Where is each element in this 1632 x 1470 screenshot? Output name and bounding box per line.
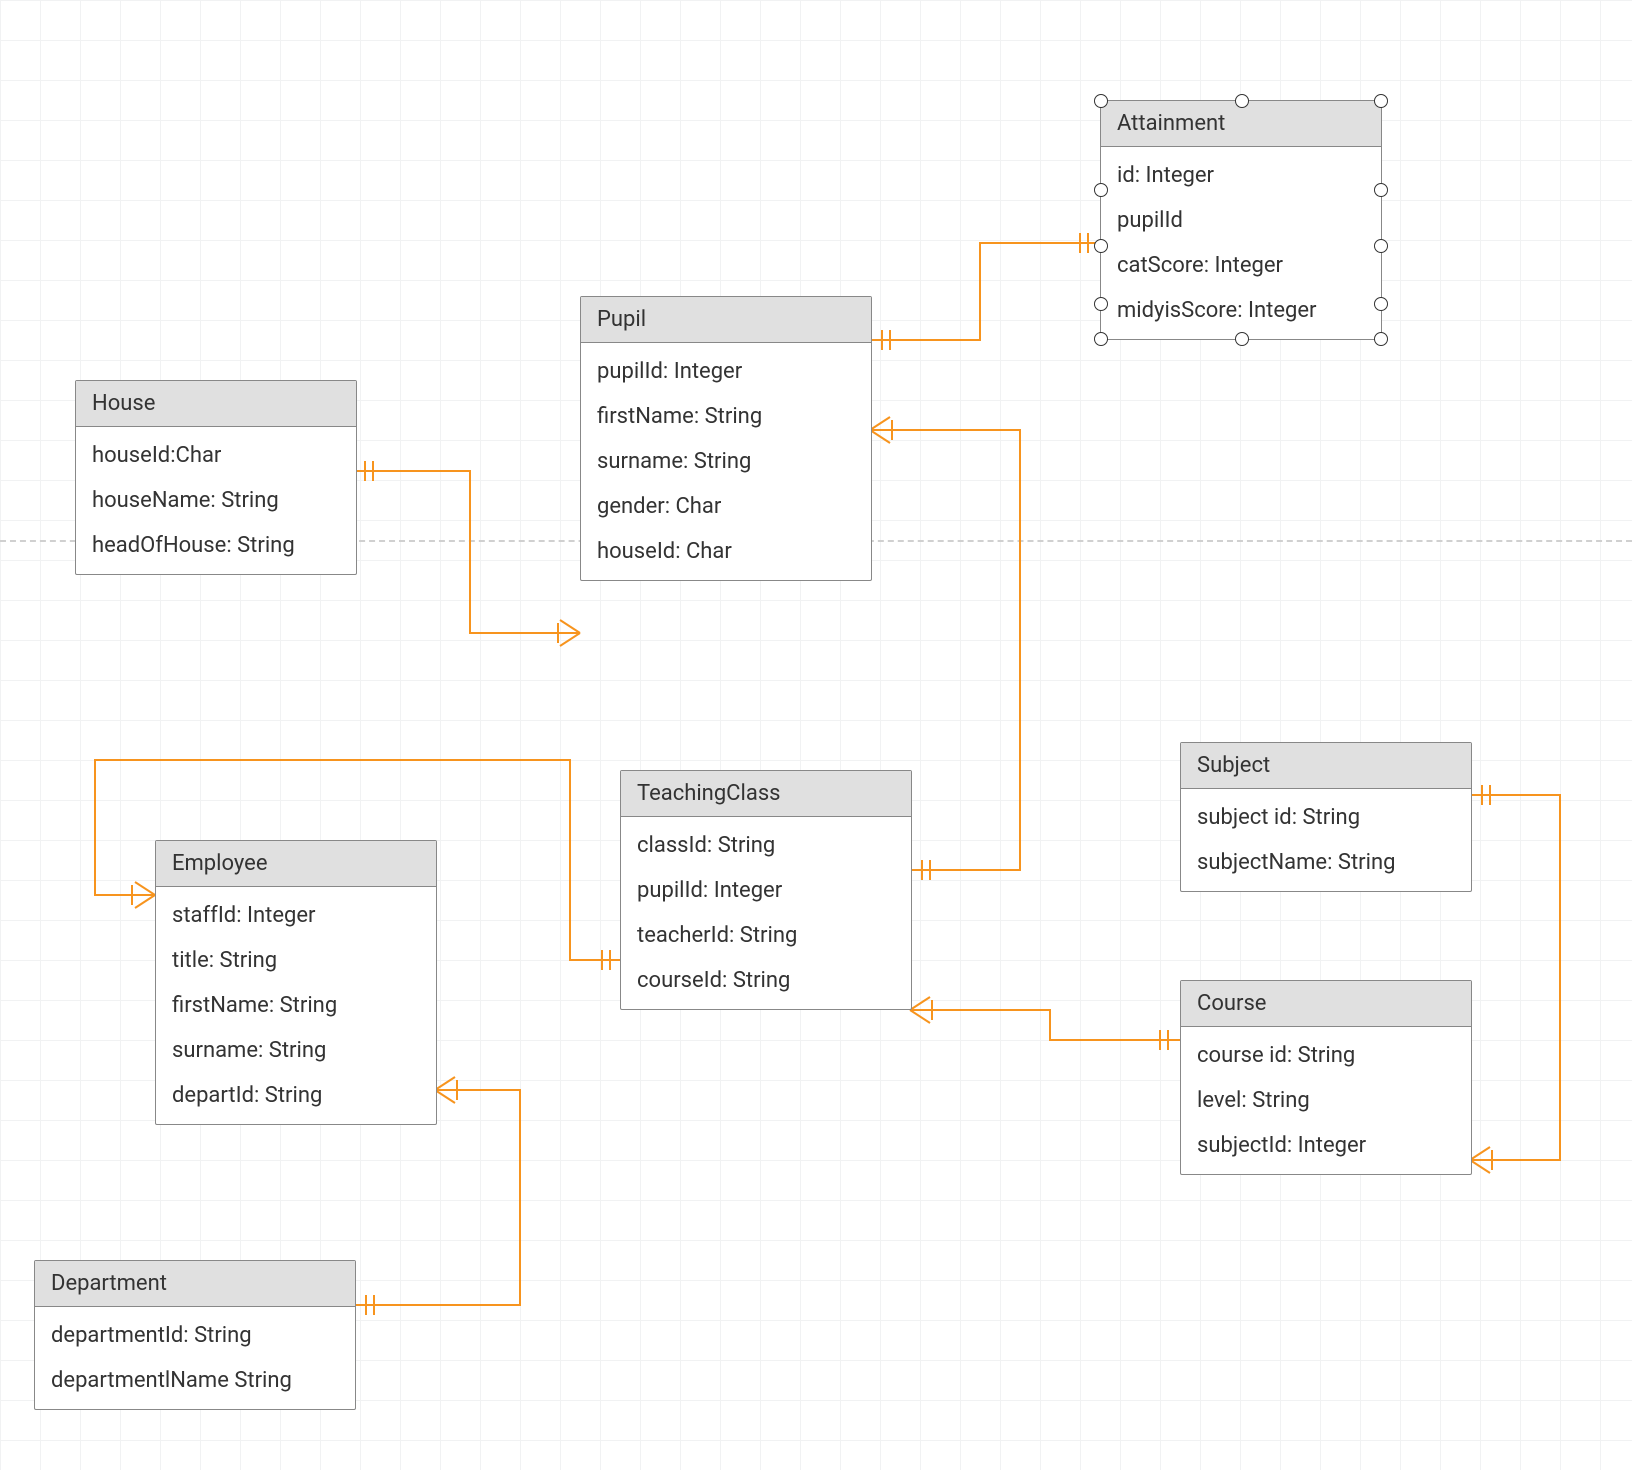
diagram-canvas[interactable]: House houseId:Char houseName: String hea… [0,0,1632,1470]
entity-attr: headOfHouse: String [76,523,356,568]
entity-attr: subjectName: String [1181,840,1471,885]
entity-attr: midyisScore: Integer [1101,288,1381,333]
entity-attr: catScore: Integer [1101,243,1381,288]
selection-handle[interactable] [1235,332,1249,346]
entity-attr: departmentlName String [35,1358,355,1403]
entity-attr: houseId: Char [581,529,871,574]
selection-handle[interactable] [1374,94,1388,108]
selection-handle[interactable] [1094,183,1108,197]
entity-attr: surname: String [156,1028,436,1073]
entity-attr: title: String [156,938,436,983]
selection-handle[interactable] [1235,94,1249,108]
entity-pupil[interactable]: Pupil pupilId: Integer firstName: String… [580,296,872,581]
entity-attr: departmentId: String [35,1313,355,1358]
entity-subject[interactable]: Subject subject id: String subjectName: … [1180,742,1472,892]
entity-attr: pupilId [1101,198,1381,243]
entity-attr: firstName: String [156,983,436,1028]
entity-attr: course id: String [1181,1033,1471,1078]
entity-header: TeachingClass [621,771,911,817]
entity-attr: gender: Char [581,484,871,529]
entity-attr: firstName: String [581,394,871,439]
entity-header: Course [1181,981,1471,1027]
entity-attr: level: String [1181,1078,1471,1123]
entity-attr: id: Integer [1101,153,1381,198]
entity-teachingclass[interactable]: TeachingClass classId: String pupilId: I… [620,770,912,1010]
selection-handle[interactable] [1374,297,1388,311]
entity-header: Pupil [581,297,871,343]
entity-attr: houseName: String [76,478,356,523]
entity-attainment[interactable]: Attainment id: Integer pupilId catScore:… [1100,100,1382,340]
entity-attr: departId: String [156,1073,436,1118]
entity-department[interactable]: Department departmentId: String departme… [34,1260,356,1410]
entity-attr: courseId: String [621,958,911,1003]
entity-attr: classId: String [621,823,911,868]
grid-background [0,0,1632,1470]
selection-handle[interactable] [1094,297,1108,311]
entity-header: Department [35,1261,355,1307]
selection-handle[interactable] [1094,94,1108,108]
entity-attr: surname: String [581,439,871,484]
selection-handle[interactable] [1094,239,1108,253]
selection-handle[interactable] [1374,239,1388,253]
entity-course[interactable]: Course course id: String level: String s… [1180,980,1472,1175]
entity-attr: teacherId: String [621,913,911,958]
entity-header: House [76,381,356,427]
selection-handle[interactable] [1094,332,1108,346]
entity-attr: houseId:Char [76,433,356,478]
entity-attr: subjectId: Integer [1181,1123,1471,1168]
selection-handle[interactable] [1374,183,1388,197]
entity-header: Employee [156,841,436,887]
entity-attr: pupilId: Integer [621,868,911,913]
entity-attr: subject id: String [1181,795,1471,840]
entity-attr: staffId: Integer [156,893,436,938]
selection-handle[interactable] [1374,332,1388,346]
entity-header: Subject [1181,743,1471,789]
entity-house[interactable]: House houseId:Char houseName: String hea… [75,380,357,575]
entity-employee[interactable]: Employee staffId: Integer title: String … [155,840,437,1125]
entity-attr: pupilId: Integer [581,349,871,394]
